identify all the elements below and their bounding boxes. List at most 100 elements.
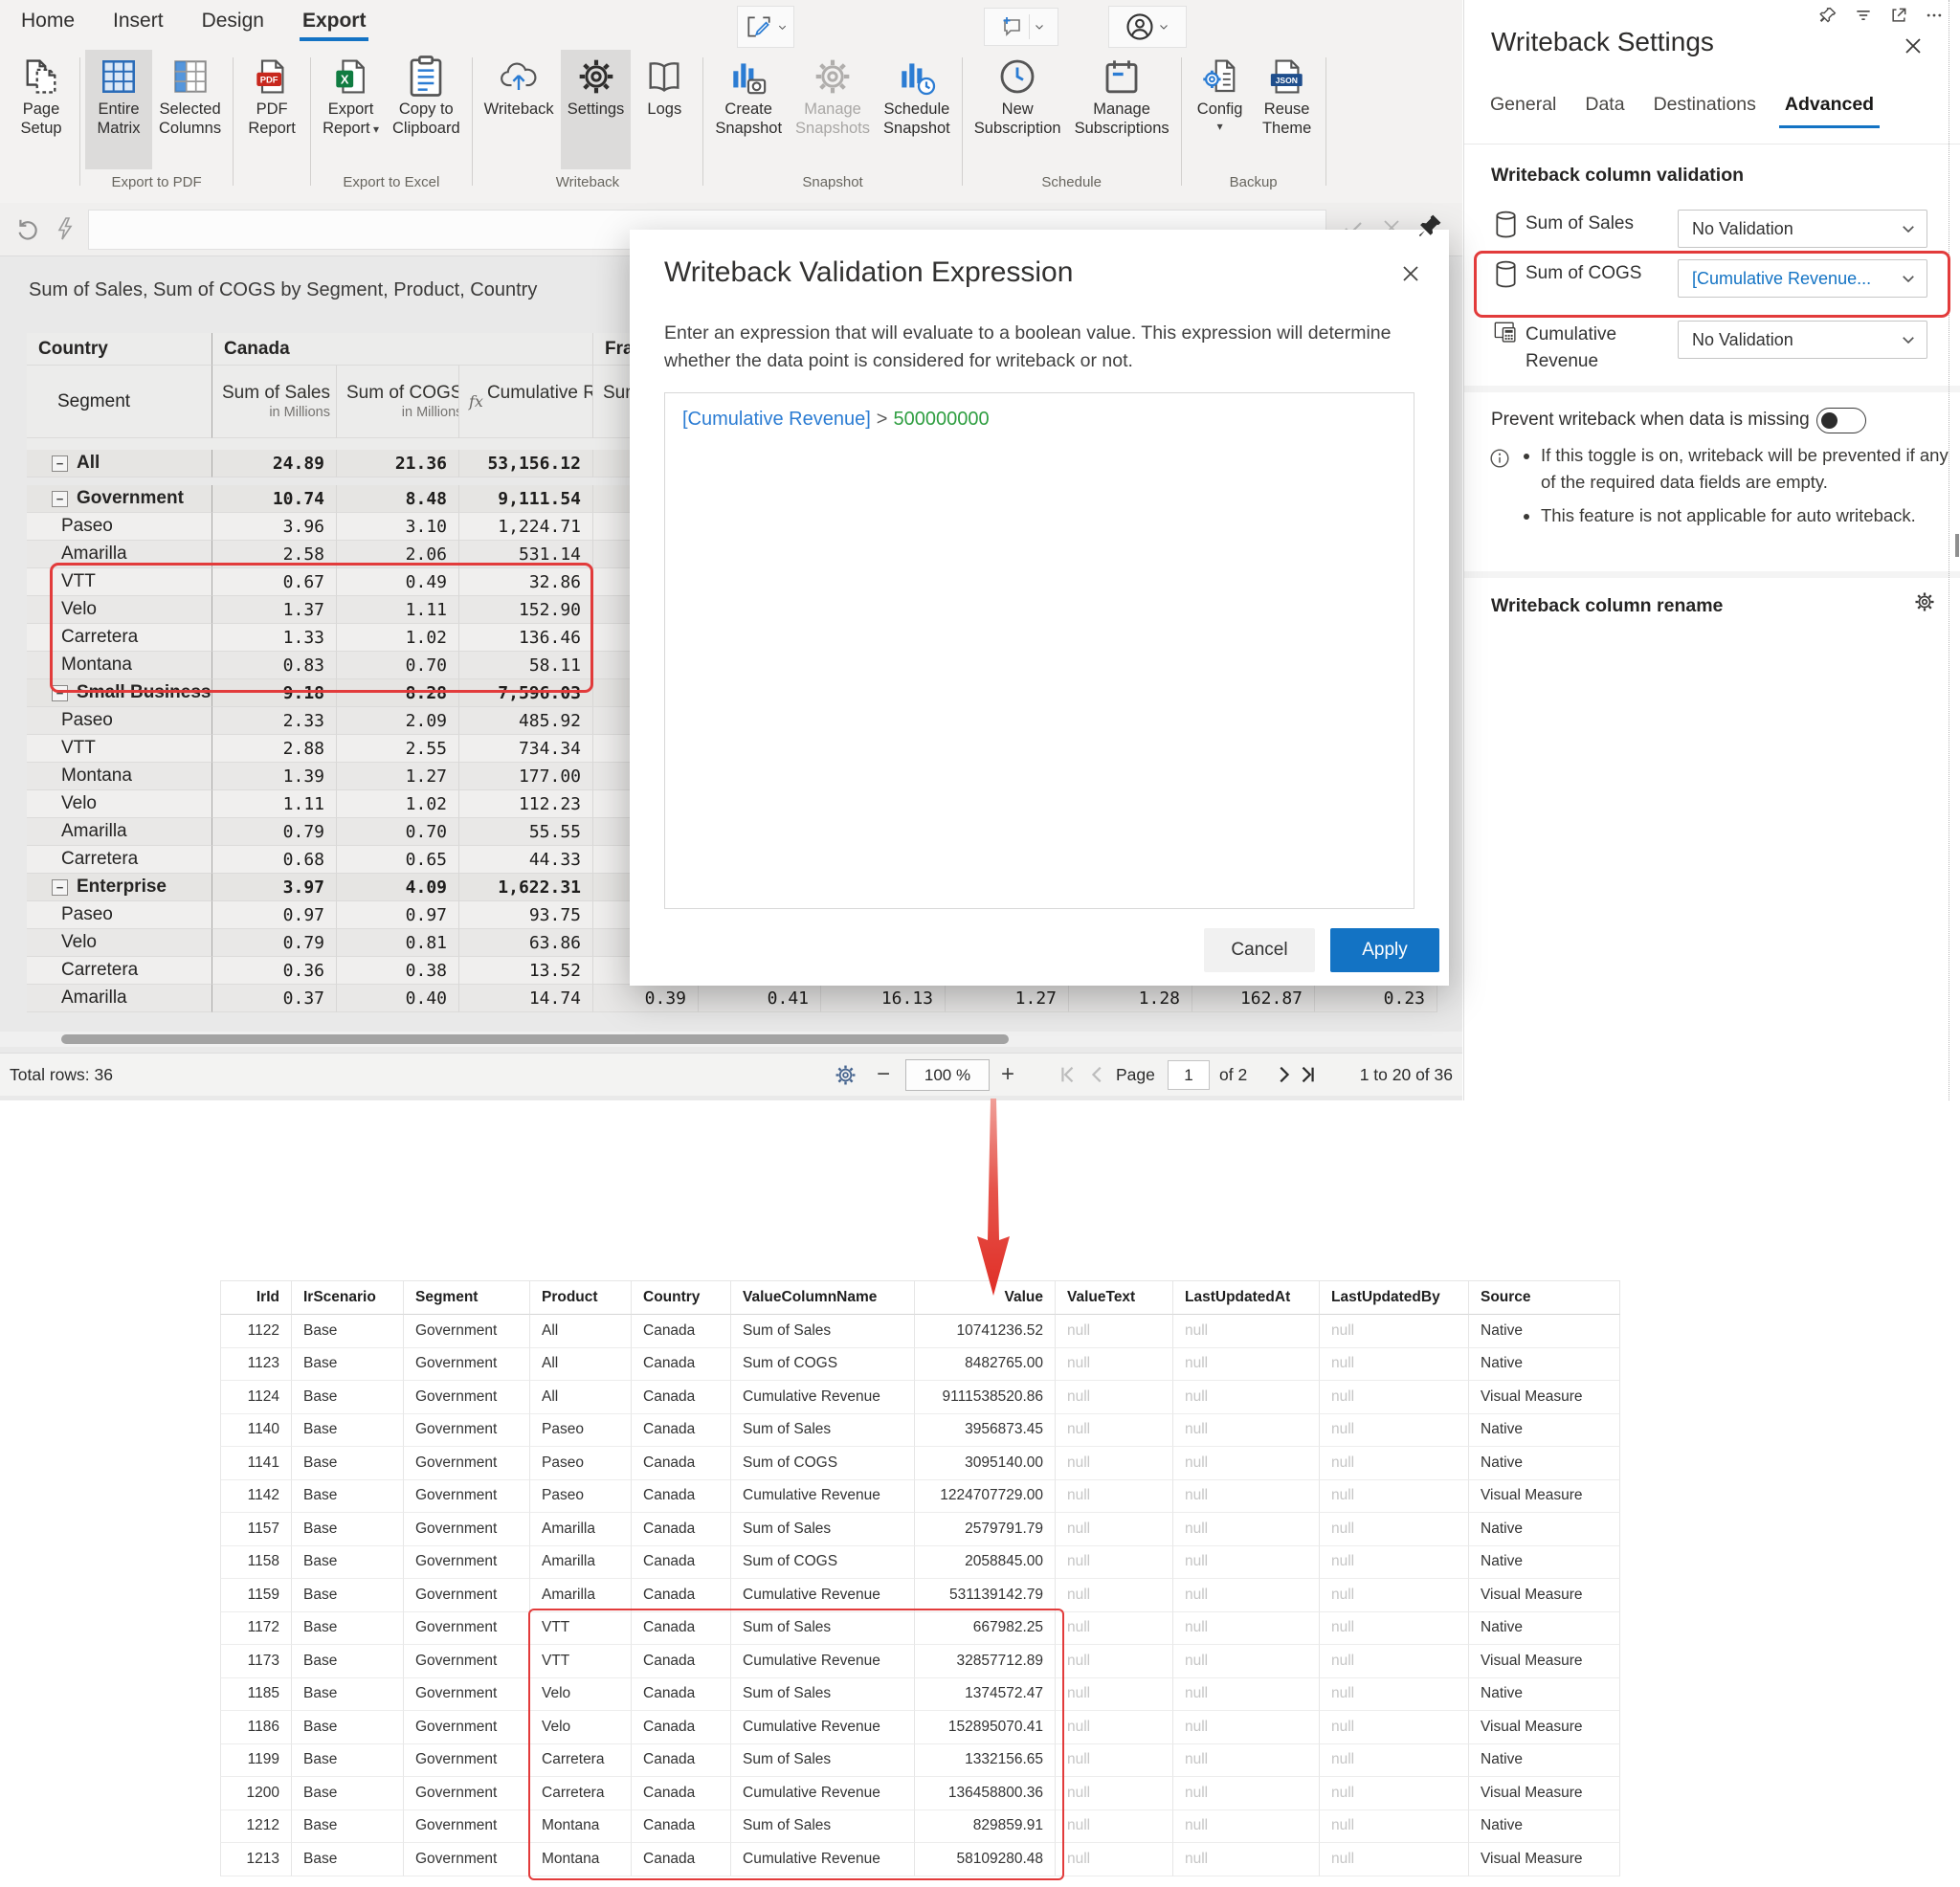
prev-page-icon[interactable] <box>1087 1064 1108 1085</box>
matrix-cell[interactable]: 16.13 <box>821 985 946 1012</box>
selected-columns-button[interactable]: SelectedColumns <box>152 50 228 169</box>
row-label[interactable]: −Small Business <box>27 679 212 707</box>
matrix-cell[interactable]: 1.27 <box>337 763 459 790</box>
matrix-cell[interactable]: 2.88 <box>212 735 337 763</box>
matrix-cell[interactable]: 24.89 <box>212 450 337 477</box>
matrix-cell[interactable]: 3.97 <box>212 874 337 901</box>
matrix-cell[interactable]: 55.55 <box>459 818 593 846</box>
account-button[interactable] <box>1108 6 1187 48</box>
matrix-cell[interactable]: 1.27 <box>946 985 1069 1012</box>
row-label[interactable]: Carretera <box>27 624 212 652</box>
copy-to-clipboard-button[interactable]: Copy toClipboard <box>386 50 467 169</box>
page-input[interactable]: 1 <box>1168 1060 1210 1090</box>
writeback-button[interactable]: Writeback <box>478 50 561 169</box>
matrix-cell[interactable]: 9,111.54 <box>459 485 593 513</box>
matrix-cell[interactable]: 0.70 <box>337 652 459 679</box>
matrix-cell[interactable]: 1.37 <box>212 596 337 624</box>
row-label[interactable]: Amarilla <box>27 985 212 1012</box>
matrix-cell[interactable]: 0.97 <box>212 901 337 929</box>
ribbon-tab-export[interactable]: Export <box>302 10 367 41</box>
add-comment-button[interactable] <box>984 8 1058 46</box>
panel-tab-advanced[interactable]: Advanced <box>1785 94 1874 128</box>
row-label[interactable]: Carretera <box>27 846 212 874</box>
panel-scroll-thumb[interactable] <box>1955 534 1959 557</box>
matrix-cell[interactable]: 0.49 <box>337 568 459 596</box>
scrollbar-thumb[interactable] <box>61 1034 1009 1044</box>
row-label[interactable]: Velo <box>27 596 212 624</box>
collapse-icon[interactable]: − <box>52 491 68 507</box>
matrix-cell[interactable]: 1.33 <box>212 624 337 652</box>
row-label[interactable]: VTT <box>27 568 212 596</box>
matrix-cell[interactable]: 2.58 <box>212 541 337 568</box>
matrix-cell[interactable]: 44.33 <box>459 846 593 874</box>
row-label[interactable]: Montana <box>27 652 212 679</box>
ribbon-tab-home[interactable]: Home <box>21 10 75 41</box>
matrix-cell[interactable]: 2.33 <box>212 707 337 735</box>
schedule-snapshot-button[interactable]: ScheduleSnapshot <box>877 50 957 169</box>
zoom-in-button[interactable]: + <box>1001 1054 1014 1096</box>
panel-close-icon[interactable] <box>1902 34 1925 57</box>
matrix-cell[interactable]: 8.28 <box>337 679 459 707</box>
filter-icon[interactable] <box>1854 6 1873 25</box>
matrix-cell[interactable]: 1.39 <box>212 763 337 790</box>
matrix-cell[interactable]: 0.41 <box>699 985 821 1012</box>
validation-dropdown-sum-of-cogs[interactable]: [Cumulative Revenue... <box>1678 259 1927 298</box>
expression-editor[interactable]: [Cumulative Revenue]>500000000 <box>664 392 1414 909</box>
matrix-cell[interactable]: 0.65 <box>337 846 459 874</box>
matrix-cell[interactable]: 0.67 <box>212 568 337 596</box>
matrix-cell[interactable]: 7,596.03 <box>459 679 593 707</box>
matrix-cell[interactable]: 1.11 <box>337 596 459 624</box>
matrix-cell[interactable]: 0.83 <box>212 652 337 679</box>
collapse-icon[interactable]: − <box>52 879 68 896</box>
matrix-cell[interactable]: 1.28 <box>1069 985 1192 1012</box>
collapse-icon[interactable]: − <box>52 685 68 701</box>
matrix-cell[interactable]: 3.96 <box>212 513 337 541</box>
create-snapshot-button[interactable]: CreateSnapshot <box>708 50 789 169</box>
matrix-cell[interactable]: 152.90 <box>459 596 593 624</box>
matrix-cell[interactable]: 1.02 <box>337 624 459 652</box>
matrix-cell[interactable]: 0.68 <box>212 846 337 874</box>
validation-dropdown-cumulative-revenue[interactable]: No Validation <box>1678 321 1927 359</box>
matrix-cell[interactable]: 93.75 <box>459 901 593 929</box>
zoom-out-button[interactable]: − <box>877 1054 890 1096</box>
more-options-icon[interactable] <box>1925 6 1944 25</box>
matrix-cell[interactable]: 0.70 <box>337 818 459 846</box>
matrix-cell[interactable]: 0.81 <box>337 929 459 957</box>
undo-icon[interactable] <box>15 216 40 241</box>
zoom-level[interactable]: 100 % <box>905 1059 990 1091</box>
entire-matrix-button[interactable]: EntireMatrix <box>85 50 152 169</box>
matrix-cell[interactable]: 14.74 <box>459 985 593 1012</box>
panel-tab-general[interactable]: General <box>1490 94 1556 128</box>
matrix-cell[interactable]: 531.14 <box>459 541 593 568</box>
matrix-cell[interactable]: 0.37 <box>212 985 337 1012</box>
lightning-icon[interactable] <box>54 216 77 241</box>
popout-icon[interactable] <box>1889 6 1908 25</box>
ribbon-tab-insert[interactable]: Insert <box>113 10 164 41</box>
matrix-cell[interactable]: 0.40 <box>337 985 459 1012</box>
matrix-cell[interactable]: 9.18 <box>212 679 337 707</box>
pdf-report-button[interactable]: PDFPDFReport <box>238 50 305 169</box>
row-label[interactable]: −All <box>27 450 212 477</box>
matrix-cell[interactable]: 112.23 <box>459 790 593 818</box>
matrix-cell[interactable]: 1,622.31 <box>459 874 593 901</box>
prevent-writeback-toggle[interactable] <box>1816 408 1866 433</box>
row-label[interactable]: Amarilla <box>27 541 212 568</box>
apply-button[interactable]: Apply <box>1330 928 1439 972</box>
row-label[interactable]: Amarilla <box>27 818 212 846</box>
matrix-cell[interactable]: 32.86 <box>459 568 593 596</box>
matrix-cell[interactable]: 0.79 <box>212 929 337 957</box>
validation-dropdown-sum-of-sales[interactable]: No Validation <box>1678 210 1927 248</box>
matrix-cell[interactable]: 136.46 <box>459 624 593 652</box>
row-label[interactable]: Velo <box>27 929 212 957</box>
matrix-cell[interactable]: 2.55 <box>337 735 459 763</box>
matrix-cell[interactable]: 0.36 <box>212 957 337 985</box>
matrix-cell[interactable]: 53,156.12 <box>459 450 593 477</box>
reuse-theme-button[interactable]: JSONReuseTheme <box>1254 50 1321 169</box>
matrix-cell[interactable]: 1.11 <box>212 790 337 818</box>
row-label[interactable]: Velo <box>27 790 212 818</box>
rename-settings-gear-icon[interactable] <box>1914 591 1935 612</box>
matrix-cell[interactable]: 734.34 <box>459 735 593 763</box>
row-label[interactable]: −Enterprise <box>27 874 212 901</box>
matrix-cell[interactable]: 1.02 <box>337 790 459 818</box>
matrix-cell[interactable]: 3.10 <box>337 513 459 541</box>
